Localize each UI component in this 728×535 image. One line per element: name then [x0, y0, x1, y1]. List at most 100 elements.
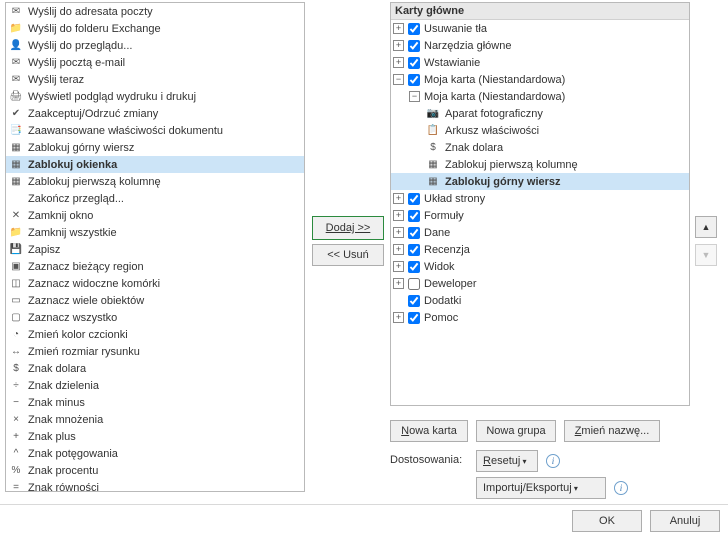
- add-button[interactable]: Dodaj >>: [312, 216, 384, 240]
- command-item[interactable]: %Znak procentu: [6, 462, 304, 479]
- command-item[interactable]: ▦Zablokuj górny wiersz: [6, 139, 304, 156]
- expand-icon[interactable]: +: [393, 40, 404, 51]
- tree-node[interactable]: 📋Arkusz właściwości: [391, 122, 689, 139]
- expand-icon[interactable]: +: [393, 210, 404, 221]
- command-item[interactable]: ▦Zablokuj pierwszą kolumnę: [6, 173, 304, 190]
- command-item[interactable]: ^Znak potęgowania: [6, 445, 304, 462]
- command-item[interactable]: −Znak minus: [6, 394, 304, 411]
- ribbon-tree[interactable]: Karty główne +Usuwanie tła+Narzędzia głó…: [390, 2, 690, 406]
- tree-checkbox[interactable]: [408, 227, 420, 239]
- tree-label: Formuły: [424, 210, 464, 222]
- tree-node[interactable]: Dodatki: [391, 292, 689, 309]
- collapse-icon[interactable]: −: [393, 74, 404, 85]
- expand-icon[interactable]: +: [393, 227, 404, 238]
- collapse-icon[interactable]: −: [409, 91, 420, 102]
- tree-node[interactable]: + Usuwanie tła: [391, 20, 689, 37]
- import-export-button[interactable]: Importuj/Eksportuj: [476, 477, 606, 499]
- tree-node[interactable]: + Formuły: [391, 207, 689, 224]
- tree-node[interactable]: −Moja karta (Niestandardowa): [391, 88, 689, 105]
- command-label: Zmień kolor czcionki: [28, 329, 128, 341]
- tree-node[interactable]: ▦Zablokuj pierwszą kolumnę: [391, 156, 689, 173]
- tree-checkbox[interactable]: [408, 23, 420, 35]
- command-item[interactable]: ✉Wyślij pocztą e-mail: [6, 54, 304, 71]
- command-item[interactable]: ✉Wyślij do adresata poczty: [6, 3, 304, 20]
- tree-checkbox[interactable]: [408, 210, 420, 222]
- ok-button[interactable]: OK: [572, 510, 642, 532]
- expand-icon[interactable]: +: [393, 244, 404, 255]
- command-icon: ▦: [8, 157, 24, 173]
- tree-node[interactable]: $Znak dolara: [391, 139, 689, 156]
- command-icon: %: [8, 463, 24, 479]
- move-up-button[interactable]: ▲: [695, 216, 717, 238]
- expand-icon[interactable]: +: [393, 312, 404, 323]
- remove-button[interactable]: << Usuń: [312, 244, 384, 266]
- tree-checkbox[interactable]: [408, 261, 420, 273]
- reset-button[interactable]: Resetuj: [476, 450, 538, 472]
- cancel-button[interactable]: Anuluj: [650, 510, 720, 532]
- tree-label: Usuwanie tła: [424, 23, 487, 35]
- expand-icon[interactable]: +: [393, 278, 404, 289]
- command-item[interactable]: +Znak plus: [6, 428, 304, 445]
- command-item[interactable]: =Znak równości: [6, 479, 304, 492]
- expand-icon[interactable]: +: [393, 23, 404, 34]
- tree-node[interactable]: 📷Aparat fotograficzny: [391, 105, 689, 122]
- command-item[interactable]: 👤Wyślij do przeglądu...: [6, 37, 304, 54]
- command-item[interactable]: 📑Zaawansowane właściwości dokumentu: [6, 122, 304, 139]
- command-label: Wyślij teraz: [28, 74, 84, 86]
- tree-node[interactable]: +Narzędzia główne: [391, 37, 689, 54]
- command-item[interactable]: 📁Wyślij do folderu Exchange: [6, 20, 304, 37]
- command-item[interactable]: Zakończ przegląd...: [6, 190, 304, 207]
- command-label: Znak dolara: [28, 363, 86, 375]
- tree-node[interactable]: +Dane: [391, 224, 689, 241]
- command-label: Zablokuj górny wiersz: [28, 142, 134, 154]
- command-item[interactable]: 🖨Wyświetl podgląd wydruku i drukuj: [6, 88, 304, 105]
- command-item[interactable]: ÷Znak dzielenia: [6, 377, 304, 394]
- command-item[interactable]: ▣Zaznacz bieżący region: [6, 258, 304, 275]
- command-list[interactable]: ✉Wyślij do adresata poczty📁Wyślij do fol…: [5, 2, 305, 492]
- tree-checkbox[interactable]: [408, 57, 420, 69]
- command-item[interactable]: ▢Zaznacz wszystko: [6, 309, 304, 326]
- separator: [0, 504, 728, 505]
- command-item[interactable]: ×Znak mnożenia: [6, 411, 304, 428]
- command-label: Wyślij pocztą e-mail: [28, 57, 125, 69]
- command-item[interactable]: ↔Zmień rozmiar rysunku: [6, 343, 304, 360]
- command-item[interactable]: 💾Zapisz: [6, 241, 304, 258]
- tree-checkbox[interactable]: [408, 278, 420, 290]
- command-item[interactable]: ▦Zablokuj okienka: [6, 156, 304, 173]
- command-item[interactable]: 📁Zamknij wszystkie: [6, 224, 304, 241]
- command-item[interactable]: ▭ Zaznacz wiele obiektów: [6, 292, 304, 309]
- tree-node[interactable]: +Wstawianie: [391, 54, 689, 71]
- tree-checkbox[interactable]: [408, 193, 420, 205]
- tree-checkbox[interactable]: [408, 244, 420, 256]
- info-icon[interactable]: i: [614, 481, 628, 495]
- tree-checkbox[interactable]: [408, 312, 420, 324]
- command-label: Zaznacz wiele obiektów: [28, 295, 144, 307]
- tree-checkbox[interactable]: [408, 295, 420, 307]
- command-item[interactable]: ✕Zamknij okno: [6, 207, 304, 224]
- command-label: Wyświetl podgląd wydruku i drukuj: [28, 91, 196, 103]
- expand-icon[interactable]: +: [393, 261, 404, 272]
- tree-checkbox[interactable]: [408, 74, 420, 86]
- tree-item-icon: 📋: [425, 123, 441, 139]
- command-item[interactable]: ◫Zaznacz widoczne komórki: [6, 275, 304, 292]
- command-icon: ▭: [8, 293, 24, 309]
- tree-checkbox[interactable]: [408, 40, 420, 52]
- tree-node[interactable]: +Pomoc: [391, 309, 689, 326]
- command-item[interactable]: ✉Wyślij teraz: [6, 71, 304, 88]
- tree-node[interactable]: +Deweloper: [391, 275, 689, 292]
- tree-node[interactable]: ▦Zablokuj górny wiersz: [391, 173, 689, 190]
- tree-node[interactable]: −Moja karta (Niestandardowa): [391, 71, 689, 88]
- info-icon[interactable]: i: [546, 454, 560, 468]
- reset-rest: esetuj: [491, 455, 520, 467]
- tree-node[interactable]: +Recenzja: [391, 241, 689, 258]
- new-group-button[interactable]: Nowa grupa: [476, 420, 556, 442]
- new-tab-button[interactable]: Nowa karta: [390, 420, 468, 442]
- command-item[interactable]: ◔Zmień kolor czcionki: [6, 326, 304, 343]
- tree-node[interactable]: +Widok: [391, 258, 689, 275]
- expand-icon[interactable]: +: [393, 193, 404, 204]
- tree-node[interactable]: +Układ strony: [391, 190, 689, 207]
- expand-icon[interactable]: +: [393, 57, 404, 68]
- command-item[interactable]: $Znak dolara: [6, 360, 304, 377]
- rename-button[interactable]: Zmień nazwę...: [564, 420, 660, 442]
- command-item[interactable]: ✔Zaakceptuj/Odrzuć zmiany: [6, 105, 304, 122]
